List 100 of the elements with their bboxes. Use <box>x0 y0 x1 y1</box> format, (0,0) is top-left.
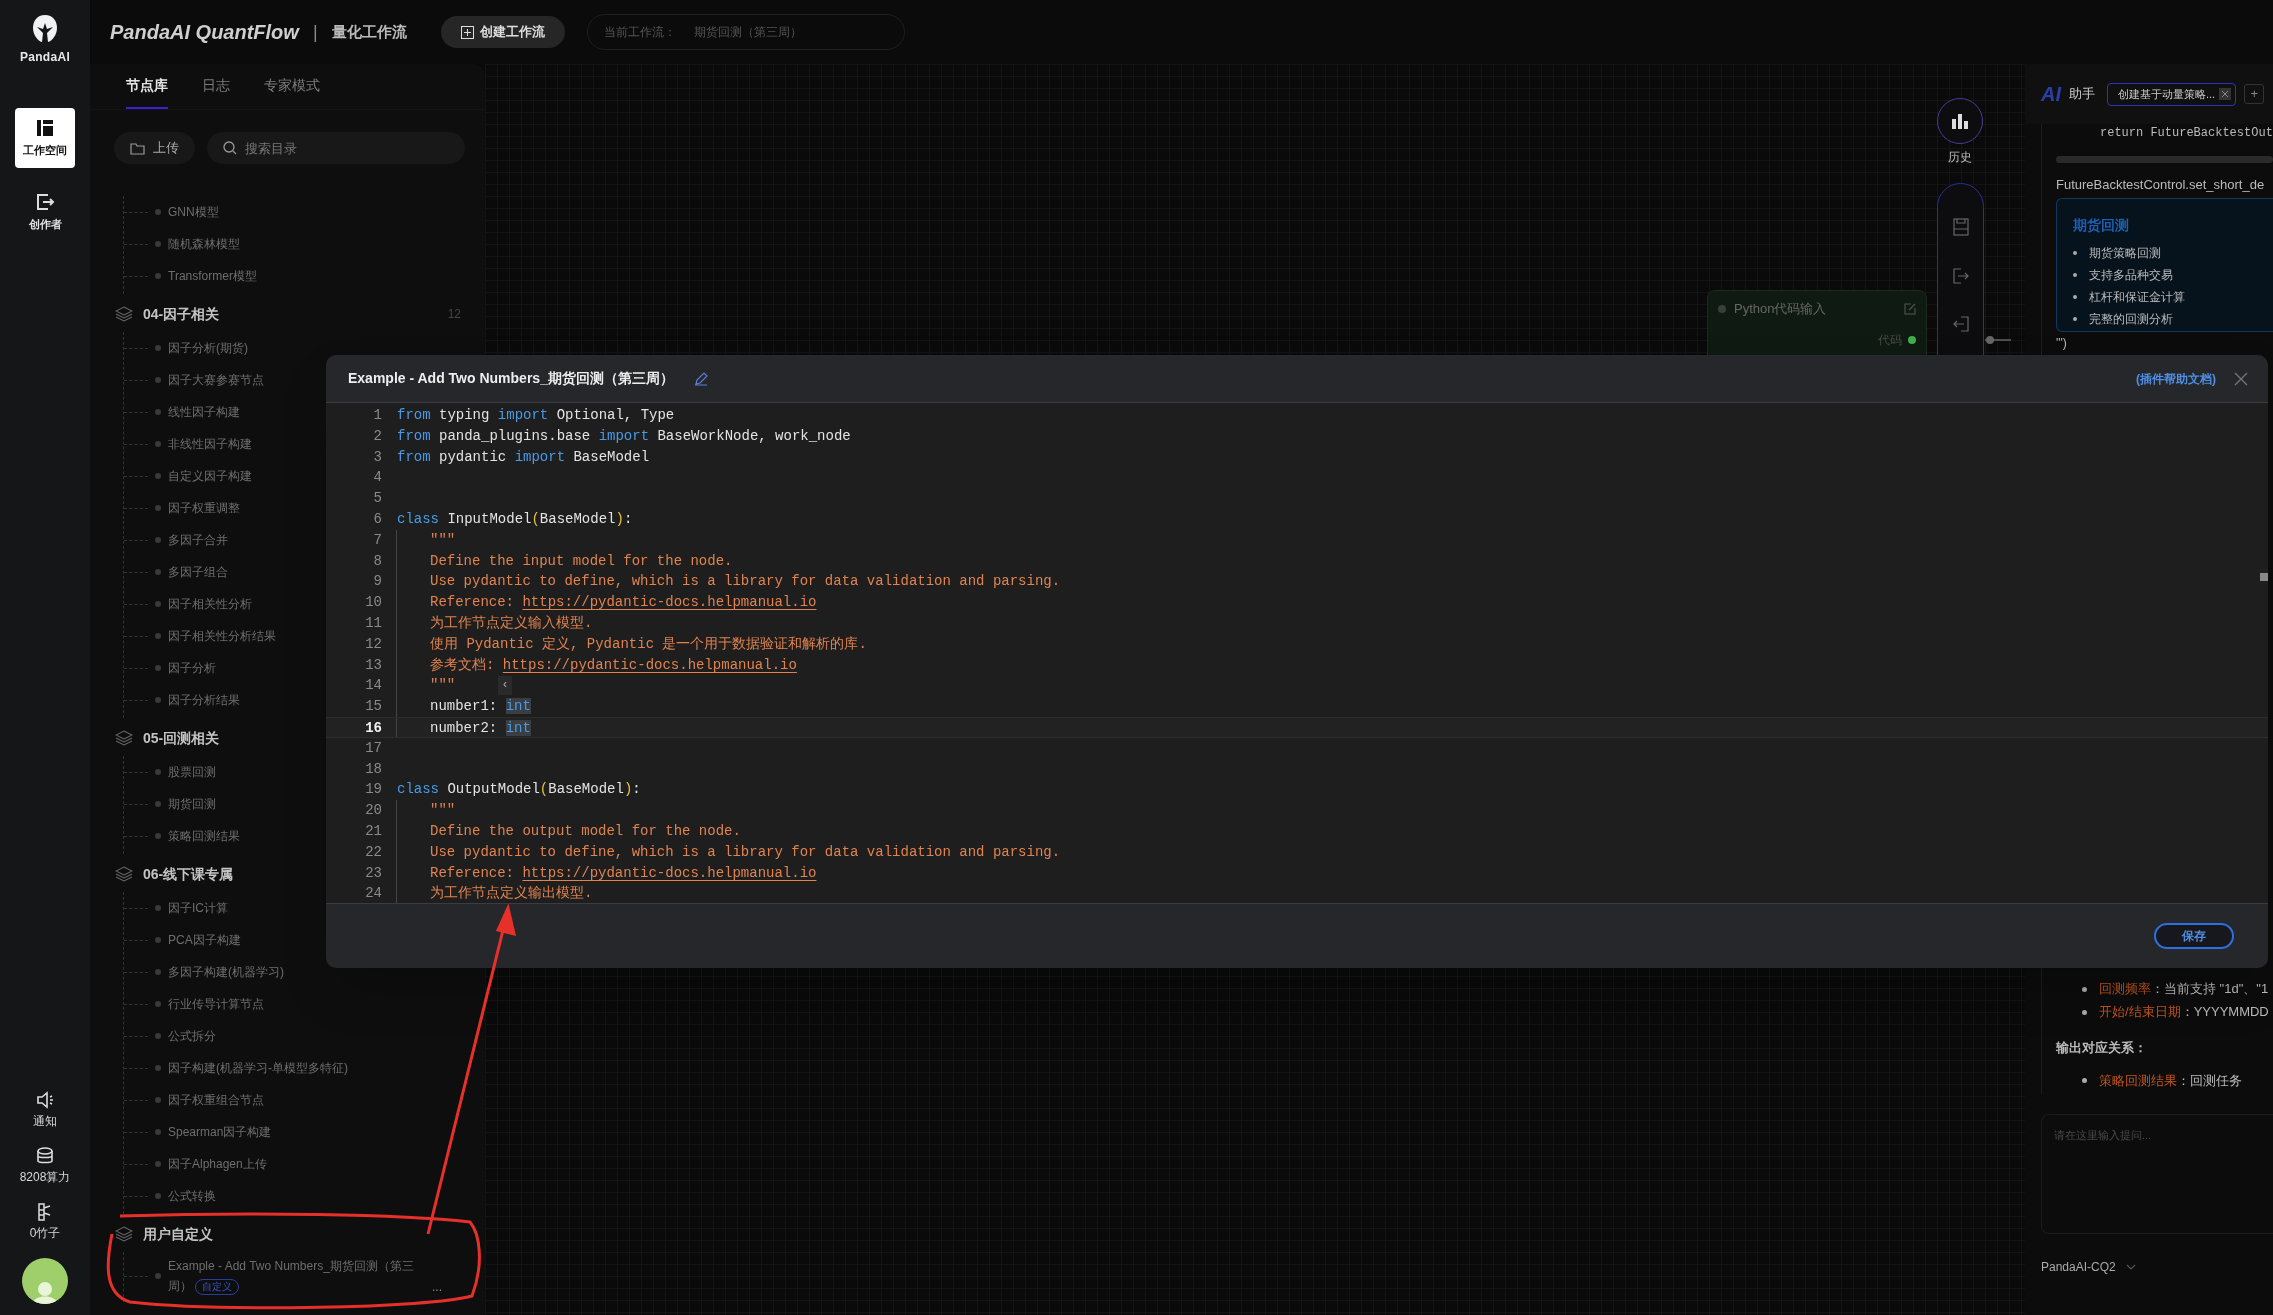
code-line: Define the input model for the node. <box>430 551 733 571</box>
bullet-icon <box>155 601 161 607</box>
line-number: 8 <box>372 551 382 571</box>
tree-item[interactable]: 因子权重组合节点 <box>168 1091 264 1109</box>
tree-item[interactable]: 公式转换 <box>168 1187 216 1205</box>
tree-item[interactable]: 期货回测 <box>168 795 216 813</box>
bullet-icon <box>155 209 161 215</box>
tree-item[interactable]: 因子分析(期货) <box>168 339 248 357</box>
bullet-icon <box>155 1273 161 1279</box>
tree-item[interactable]: 股票回测 <box>168 763 216 781</box>
bullet-icon <box>155 441 161 447</box>
scrollbar[interactable] <box>2056 156 2273 163</box>
tree-item[interactable]: 因子构建(机器学习-单模型多特征) <box>168 1059 348 1077</box>
rail-item[interactable]: 创作者 <box>15 182 75 242</box>
app-title: PandaAI QuantFlow <box>110 20 299 45</box>
collapse-handle[interactable]: ‹ <box>498 676 512 695</box>
line-number: 14 <box>364 676 382 696</box>
code-line: """ <box>430 801 456 821</box>
code-line: 使用 Pydantic 定义, Pydantic 是一个用于数据验证和解析的库. <box>430 634 867 654</box>
pencil-icon[interactable] <box>693 371 708 386</box>
more-icon[interactable]: ... <box>432 1278 442 1296</box>
rail-item[interactable]: 通知 <box>33 1090 57 1130</box>
line-number: 23 <box>364 863 382 883</box>
layers-icon <box>115 1225 133 1243</box>
tree-item[interactable]: 多因子合并 <box>168 531 228 549</box>
current-workflow-label: 当前工作流： <box>603 24 676 41</box>
tree-item[interactable]: 行业传导计算节点 <box>168 995 264 1013</box>
bullet-icon <box>155 473 161 479</box>
port-label: 代码 <box>1878 331 1902 349</box>
connector-line <box>1985 335 2011 345</box>
upload-button[interactable]: 上传 <box>114 132 195 164</box>
line-number: 21 <box>364 821 382 841</box>
bullet-icon <box>155 345 161 351</box>
tree-item[interactable]: 因子分析 <box>168 659 216 677</box>
bullet-icon <box>155 697 161 703</box>
search-icon <box>223 141 237 155</box>
bullet-icon <box>155 505 161 511</box>
add-chat-button[interactable]: + <box>2244 84 2265 104</box>
tree-item[interactable]: 因子IC计算 <box>168 899 228 917</box>
tree-item[interactable]: GNN模型 <box>168 203 219 221</box>
code-line: Reference: https://pydantic-docs.helpmanual.io <box>430 863 817 883</box>
code-line: Define the output model for the node. <box>430 821 741 841</box>
tree-item[interactable]: Spearman因子构建 <box>168 1123 272 1141</box>
bullet-icon <box>155 537 161 543</box>
tree-item[interactable]: 因子Alphagen上传 <box>168 1155 267 1173</box>
avatar[interactable] <box>22 1258 68 1304</box>
chat-tab[interactable]: 创建基于动量策略... <box>2107 82 2237 106</box>
bullet-icon <box>155 1129 161 1135</box>
tree-item[interactable]: 多因子组合 <box>168 563 228 581</box>
line-number: 15 <box>364 697 382 717</box>
scroll-marker <box>2260 573 2268 581</box>
tree-item[interactable]: 非线性因子构建 <box>168 435 252 453</box>
tree-item[interactable]: 因子相关性分析 <box>168 595 252 613</box>
card-bullet: 完整的回测分析 <box>2089 310 2173 328</box>
bullet-icon <box>2073 250 2077 255</box>
library-tab[interactable]: 日志 <box>202 64 230 109</box>
tree-item[interactable]: 因子大赛参赛节点 <box>168 371 264 389</box>
create-workflow-button[interactable]: 创建工作流 <box>440 16 565 48</box>
layers-icon <box>115 865 133 883</box>
card-title: 期货回测 <box>2073 215 2130 235</box>
tree-item[interactable]: 随机森林模型 <box>168 235 240 253</box>
tree-item[interactable]: 多因子构建(机器学习) <box>168 963 284 981</box>
bar-chart-icon <box>1951 113 1969 129</box>
help-link[interactable]: (插件帮助文档) <box>2136 369 2216 388</box>
tree-item[interactable]: 公式拆分 <box>168 1027 216 1045</box>
library-tab[interactable]: 节点库 <box>126 64 168 109</box>
bullet-icon <box>2082 1009 2087 1015</box>
tree-item[interactable]: 因子分析结果 <box>168 691 240 709</box>
search-field[interactable]: 搜索目录 <box>207 132 465 164</box>
code-line: 参考文档: https://pydantic-docs.helpmanual.io <box>430 655 797 675</box>
tree-item[interactable]: PCA因子构建 <box>168 931 241 949</box>
library-tab[interactable]: 专家模式 <box>264 64 320 109</box>
line-number: 11 <box>364 613 382 633</box>
tree-item[interactable]: Example - Add Two Numbers_期货回测（第三周） 自定义 <box>168 1256 418 1296</box>
tree-item[interactable]: 策略回测结果 <box>168 827 240 845</box>
tree-item[interactable]: 因子相关性分析结果 <box>168 627 276 645</box>
tree-item[interactable]: 自定义因子构建 <box>168 467 252 485</box>
tree-item[interactable]: 因子权重调整 <box>168 499 240 517</box>
exit-icon <box>35 191 55 212</box>
doc-heading: 输出对应关系： <box>2056 1038 2148 1057</box>
code-line: ''') <box>2056 334 2068 352</box>
line-number: 20 <box>364 801 382 821</box>
rail-item[interactable]: 8208算力 <box>19 1146 71 1186</box>
doc-bullet: 回测频率：当前支持 "1d"、"1 <box>2099 980 2269 999</box>
current-workflow-name: 期货回测（第三周） <box>693 24 802 41</box>
bullet-icon <box>155 937 161 943</box>
rail-item[interactable]: 0竹子 <box>29 1202 61 1242</box>
title-separator: | <box>312 20 318 44</box>
tree-item[interactable]: 线性因子构建 <box>168 403 240 421</box>
tree-item[interactable]: Transformer模型 <box>168 267 257 285</box>
layers-icon <box>115 305 133 323</box>
model-selector[interactable]: PandaAI-CQ2 <box>2035 1254 2142 1280</box>
code-line: from pydantic import BaseModel <box>397 447 650 467</box>
group-title: 用户自定义 <box>143 1224 213 1244</box>
rail-item[interactable]: 工作空间 <box>15 108 75 168</box>
close-icon[interactable] <box>2234 371 2248 386</box>
edit-icon <box>1904 302 1916 315</box>
history-button[interactable] <box>1937 98 1983 144</box>
bullet-icon <box>155 409 161 415</box>
save-button[interactable]: 保存 <box>2154 923 2234 949</box>
